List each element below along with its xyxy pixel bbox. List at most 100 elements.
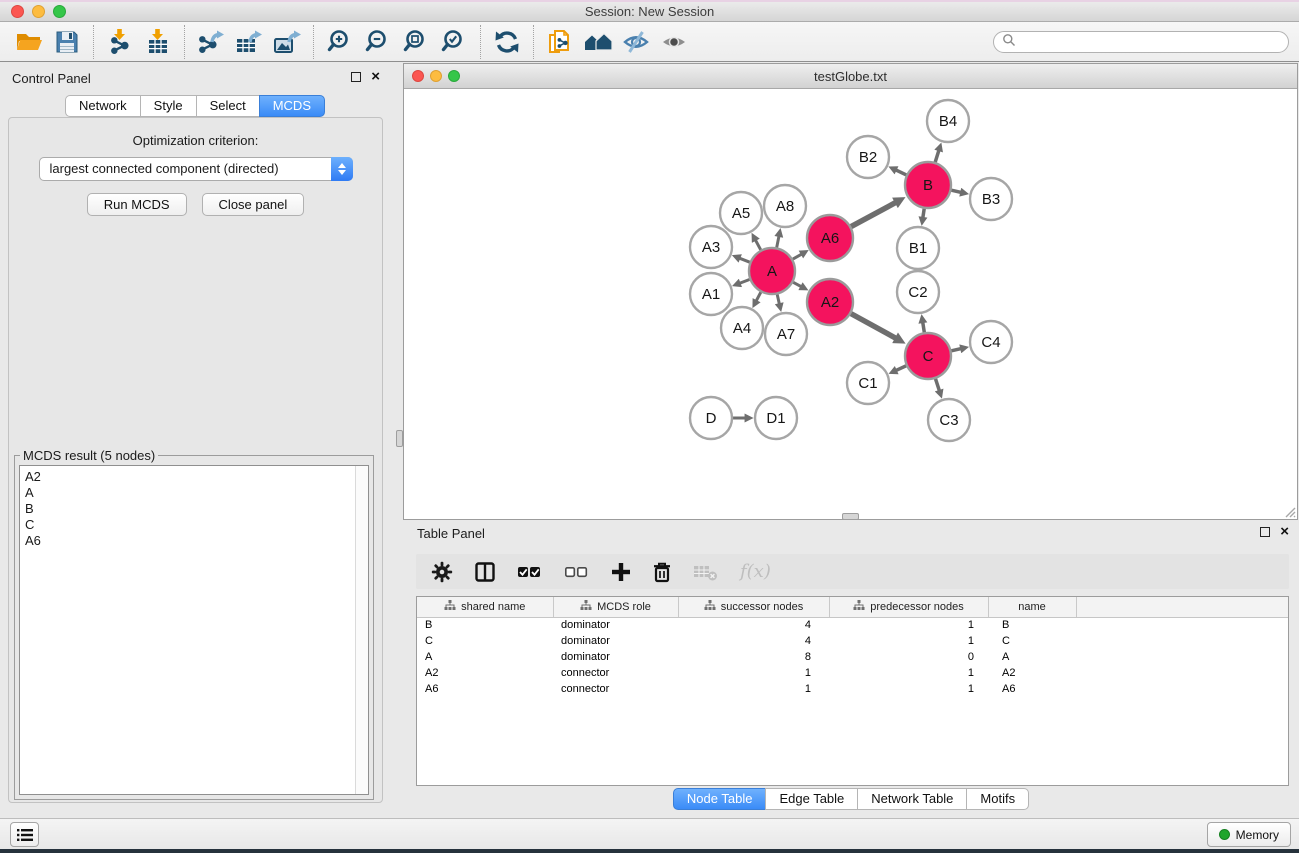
mcds-result-item[interactable]: A6 bbox=[25, 533, 368, 549]
edge-B-B1[interactable] bbox=[923, 209, 924, 218]
edge-C-C3[interactable] bbox=[936, 379, 940, 391]
table-cell[interactable]: dominator bbox=[553, 649, 678, 665]
table-cell[interactable]: connector bbox=[553, 681, 678, 697]
table-row[interactable]: A2connector11A2 bbox=[417, 665, 1288, 681]
refresh-button[interactable] bbox=[488, 26, 526, 58]
resize-grip-icon[interactable] bbox=[1283, 505, 1296, 518]
mcds-result-item[interactable]: A bbox=[25, 485, 368, 501]
table-cell[interactable]: A6 bbox=[417, 681, 553, 697]
edge-A-A7[interactable] bbox=[777, 294, 779, 303]
edge-A6-B[interactable] bbox=[851, 203, 895, 227]
zoom-selected-button[interactable] bbox=[435, 26, 473, 58]
table-cell[interactable]: 1 bbox=[829, 665, 988, 681]
tab-mcds[interactable]: MCDS bbox=[259, 95, 325, 117]
edge-A-A3[interactable] bbox=[740, 258, 750, 262]
copy-network-button[interactable] bbox=[541, 26, 579, 58]
tab-node-table[interactable]: Node Table bbox=[673, 788, 767, 810]
hide-graphics-details-button[interactable] bbox=[617, 26, 655, 58]
table-row[interactable]: Adominator80A bbox=[417, 649, 1288, 665]
close-window-button[interactable] bbox=[11, 5, 24, 18]
run-mcds-button[interactable]: Run MCDS bbox=[87, 193, 187, 216]
zoom-view-button[interactable] bbox=[448, 70, 460, 82]
vertical-splitter-handle[interactable] bbox=[396, 430, 403, 447]
close-panel-icon[interactable]: × bbox=[371, 72, 380, 82]
import-network-button[interactable] bbox=[101, 26, 139, 58]
table-cell[interactable]: A6 bbox=[988, 681, 1076, 697]
table-cell[interactable]: dominator bbox=[553, 633, 678, 649]
close-view-button[interactable] bbox=[412, 70, 424, 82]
column-header-MCDS-role[interactable]: MCDS role bbox=[553, 597, 678, 617]
zoom-in-button[interactable] bbox=[321, 26, 359, 58]
table-cell[interactable]: connector bbox=[553, 665, 678, 681]
table-cell[interactable]: A bbox=[417, 649, 553, 665]
minimize-window-button[interactable] bbox=[32, 5, 45, 18]
mcds-result-list[interactable]: A2ABCA6 bbox=[19, 465, 369, 795]
column-header-shared-name[interactable]: shared name bbox=[417, 597, 553, 617]
table-cell[interactable]: 4 bbox=[678, 617, 829, 633]
edge-A-A2[interactable] bbox=[793, 282, 801, 286]
table-cell[interactable]: 4 bbox=[678, 633, 829, 649]
tab-network[interactable]: Network bbox=[65, 95, 141, 117]
mcds-result-item[interactable]: C bbox=[25, 517, 368, 533]
edge-C-C4[interactable] bbox=[951, 349, 960, 351]
edge-A-A1[interactable] bbox=[740, 280, 750, 284]
tab-motifs[interactable]: Motifs bbox=[966, 788, 1029, 810]
home-button[interactable] bbox=[579, 26, 617, 58]
edge-B-B3[interactable] bbox=[951, 190, 960, 192]
criterion-dropdown[interactable]: largest connected component (directed) bbox=[39, 157, 353, 181]
delete-row-button[interactable] bbox=[652, 561, 672, 583]
table-cell[interactable]: 1 bbox=[829, 617, 988, 633]
table-cell[interactable]: 1 bbox=[678, 681, 829, 697]
table-cell[interactable]: A2 bbox=[988, 665, 1076, 681]
search-input[interactable] bbox=[1020, 35, 1280, 49]
tab-edge-table[interactable]: Edge Table bbox=[765, 788, 858, 810]
settings-gear-button[interactable] bbox=[431, 561, 453, 583]
deselect-all-button[interactable] bbox=[564, 561, 590, 583]
table-row[interactable]: Bdominator41B bbox=[417, 617, 1288, 633]
export-table-button[interactable] bbox=[230, 26, 268, 58]
dropdown-stepper-icon[interactable] bbox=[331, 157, 353, 181]
table-cell[interactable]: dominator bbox=[553, 617, 678, 633]
import-table-button[interactable] bbox=[139, 26, 177, 58]
table-cell[interactable]: B bbox=[417, 617, 553, 633]
table-cell[interactable]: 1 bbox=[829, 633, 988, 649]
column-header-predecessor-nodes[interactable]: predecessor nodes bbox=[829, 597, 988, 617]
task-history-button[interactable] bbox=[10, 822, 39, 847]
zoom-fit-button[interactable] bbox=[397, 26, 435, 58]
table-row[interactable]: Cdominator41C bbox=[417, 633, 1288, 649]
float-table-panel-icon[interactable] bbox=[1260, 527, 1270, 537]
edge-A-A4[interactable] bbox=[756, 292, 760, 300]
result-scrollbar[interactable] bbox=[355, 466, 368, 794]
column-header-name[interactable]: name bbox=[988, 597, 1076, 617]
mcds-result-item[interactable]: A2 bbox=[25, 469, 368, 485]
table-cell[interactable]: A2 bbox=[417, 665, 553, 681]
save-session-button[interactable] bbox=[48, 26, 86, 58]
table-cell[interactable]: 8 bbox=[678, 649, 829, 665]
table-cell[interactable]: C bbox=[988, 633, 1076, 649]
show-graphics-details-button[interactable] bbox=[655, 26, 693, 58]
table-cell[interactable]: A bbox=[988, 649, 1076, 665]
mcds-result-item[interactable]: B bbox=[25, 501, 368, 517]
tab-network-table[interactable]: Network Table bbox=[857, 788, 967, 810]
search-box[interactable] bbox=[993, 31, 1289, 53]
edge-B-B2[interactable] bbox=[896, 170, 906, 175]
zoom-out-button[interactable] bbox=[359, 26, 397, 58]
table-cell[interactable]: C bbox=[417, 633, 553, 649]
memory-button[interactable]: Memory bbox=[1207, 822, 1291, 847]
add-row-button[interactable] bbox=[611, 562, 631, 582]
table-cell[interactable]: 1 bbox=[678, 665, 829, 681]
open-session-button[interactable] bbox=[10, 26, 48, 58]
table-row[interactable]: A6connector11A6 bbox=[417, 681, 1288, 697]
network-canvas[interactable]: AA1A2A3A4A5A6A7A8BB1B2B3B4CC1C2C3C4DD1 bbox=[404, 89, 1297, 519]
horizontal-splitter-handle[interactable] bbox=[842, 513, 859, 520]
edge-A2-C[interactable] bbox=[851, 314, 896, 339]
select-all-button[interactable] bbox=[517, 561, 543, 583]
zoom-window-button[interactable] bbox=[53, 5, 66, 18]
close-table-panel-icon[interactable]: × bbox=[1280, 527, 1289, 537]
toggle-columns-button[interactable] bbox=[474, 561, 496, 583]
table-cell[interactable]: 0 bbox=[829, 649, 988, 665]
export-network-button[interactable] bbox=[192, 26, 230, 58]
tab-select[interactable]: Select bbox=[196, 95, 260, 117]
table-cell[interactable]: 1 bbox=[829, 681, 988, 697]
edge-A-A8[interactable] bbox=[777, 236, 779, 247]
